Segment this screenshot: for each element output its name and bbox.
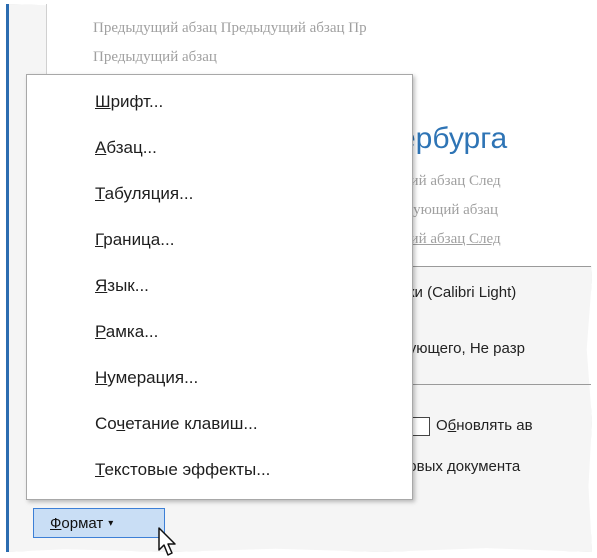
accelerator: Т bbox=[95, 184, 105, 203]
menu-item-shortcut-key[interactable]: Сочетание клавиш... bbox=[95, 414, 258, 434]
format-button-label: ормат bbox=[61, 514, 104, 532]
auto-update-checkbox[interactable] bbox=[411, 417, 430, 436]
divider bbox=[395, 384, 591, 385]
label-accelerator: б bbox=[447, 417, 457, 434]
preview-next-line-1: щий абзац След bbox=[399, 173, 501, 189]
accelerator: Р bbox=[95, 322, 106, 341]
menu-item-frame[interactable]: Рамка... bbox=[95, 322, 158, 342]
menu-item-numbering[interactable]: Нумерация... bbox=[95, 368, 198, 388]
menu-item-language[interactable]: Язык... bbox=[95, 276, 149, 296]
label-part: новлять ав bbox=[456, 417, 533, 434]
accelerator: Ш bbox=[95, 92, 111, 111]
menu-item-tabs[interactable]: Табуляция... bbox=[95, 184, 193, 204]
menu-item-label: бзац... bbox=[106, 138, 157, 157]
auto-update-label: Обновлять ав bbox=[436, 417, 533, 434]
menu-item-paragraph[interactable]: Абзац... bbox=[95, 138, 157, 158]
label-part: О bbox=[436, 417, 448, 434]
menu-item-label: зык... bbox=[107, 276, 149, 295]
menu-item-label: амка... bbox=[105, 322, 159, 341]
preview-next-line-3: щий абзац След bbox=[399, 231, 501, 247]
accelerator: ч bbox=[116, 414, 126, 433]
chevron-down-icon: ▾ bbox=[108, 517, 114, 529]
format-popup-menu: Шрифт... Абзац... Табуляция... Граница..… bbox=[26, 74, 413, 500]
style-description-line-1: вки (Calibri Light) bbox=[400, 284, 517, 301]
format-button[interactable]: Формат ▾ bbox=[33, 508, 165, 538]
menu-item-label: абуляция... bbox=[104, 184, 194, 203]
accelerator: А bbox=[95, 138, 107, 157]
accelerator: Ф bbox=[50, 514, 62, 532]
style-description-line-2: дующего, Не разр bbox=[400, 340, 525, 357]
menu-item-label: етание клавиш... bbox=[125, 414, 258, 433]
dialog-edge bbox=[6, 4, 9, 552]
menu-item-label: умерация... bbox=[107, 368, 199, 387]
divider bbox=[395, 266, 591, 267]
preview-previous-line-1: Предыдущий абзац Предыдущий абзац Пр bbox=[93, 20, 367, 36]
menu-item-label: Со bbox=[95, 414, 117, 433]
preview-next-line-2: едующий абзац bbox=[399, 202, 499, 218]
menu-item-text-effects[interactable]: Текстовые эффекты... bbox=[95, 460, 270, 480]
new-documents-option-label: новых документа bbox=[400, 458, 521, 475]
preview-heading-fragment: ербурга bbox=[399, 122, 508, 155]
accelerator: Н bbox=[95, 368, 108, 387]
preview-previous-line-2: Предыдущий абзац bbox=[93, 49, 217, 65]
mouse-pointer-icon bbox=[158, 527, 176, 556]
menu-item-label: екстовые эффекты... bbox=[104, 460, 271, 479]
menu-item-border[interactable]: Граница... bbox=[95, 230, 174, 250]
menu-item-label: рифт... bbox=[110, 92, 164, 111]
accelerator: Я bbox=[95, 276, 108, 295]
menu-item-font[interactable]: Шрифт... bbox=[95, 92, 163, 112]
menu-item-label: раница... bbox=[103, 230, 175, 249]
